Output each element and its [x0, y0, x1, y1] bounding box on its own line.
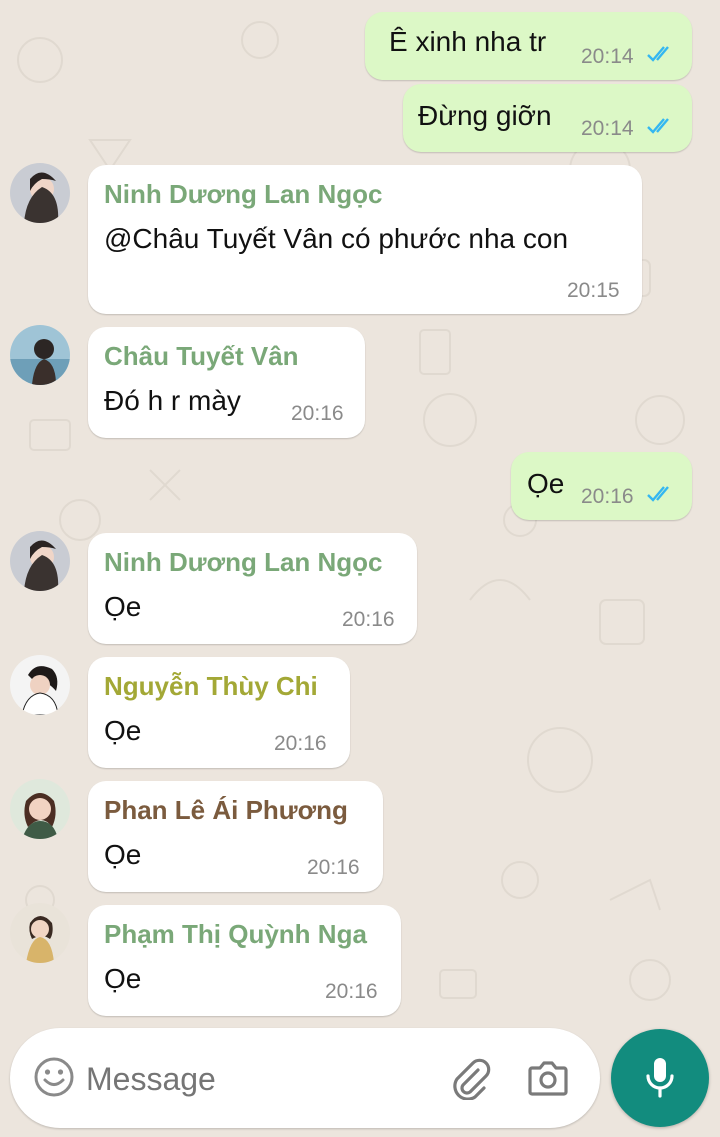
message-time: 20:16: [291, 402, 344, 425]
sender-name[interactable]: Ninh Dương Lan Ngọc: [104, 179, 383, 210]
sender-name[interactable]: Phạm Thị Quỳnh Nga: [104, 919, 367, 950]
message-time: 20:15: [567, 279, 620, 302]
message-text: @Châu Tuyết Vân có phước nha con: [104, 223, 569, 254]
avatar[interactable]: [10, 531, 70, 591]
message-text: Ọe: [104, 715, 142, 746]
incoming-message-bubble[interactable]: Ninh Dương Lan Ngọc Ọe 20:16: [88, 533, 417, 644]
message-text: Ê xinh nha tr: [389, 26, 547, 57]
message-input[interactable]: [84, 1054, 428, 1104]
read-ticks-icon: [647, 486, 669, 502]
message-time: 20:16: [274, 732, 327, 755]
paperclip-icon[interactable]: [448, 1056, 492, 1100]
message-time: 20:16: [581, 485, 634, 508]
message-time: 20:16: [342, 608, 395, 631]
emoji-icon[interactable]: [34, 1057, 74, 1097]
message-text: Ọe: [104, 591, 142, 622]
incoming-message-bubble[interactable]: Phan Lê Ái Phương Ọe 20:16: [88, 781, 383, 892]
sender-name[interactable]: Nguyễn Thùy Chi: [104, 671, 318, 702]
microphone-button[interactable]: [611, 1029, 709, 1127]
avatar[interactable]: [10, 655, 70, 715]
avatar[interactable]: [10, 779, 70, 839]
avatar[interactable]: [10, 325, 70, 385]
outgoing-message-bubble[interactable]: Ọe 20:16: [511, 452, 692, 520]
message-text: Đừng giỡn: [418, 100, 552, 131]
message-text: Đó h r mày: [104, 385, 241, 416]
message-text: Ọe: [104, 963, 142, 994]
sender-name[interactable]: Châu Tuyết Vân: [104, 341, 299, 372]
message-time: 20:16: [325, 980, 378, 1003]
read-ticks-icon: [647, 46, 669, 62]
outgoing-message-bubble[interactable]: Ê xinh nha tr 20:14: [365, 12, 692, 80]
microphone-icon: [646, 1058, 674, 1098]
incoming-message-bubble[interactable]: Nguyễn Thùy Chi Ọe 20:16: [88, 657, 350, 768]
camera-icon[interactable]: [526, 1058, 570, 1098]
message-time: 20:14: [581, 45, 634, 68]
message-text: Ọe: [527, 468, 565, 499]
incoming-message-bubble[interactable]: Phạm Thị Quỳnh Nga Ọe 20:16: [88, 905, 401, 1016]
read-ticks-icon: [647, 118, 669, 134]
sender-name[interactable]: Ninh Dương Lan Ngọc: [104, 547, 383, 578]
incoming-message-bubble[interactable]: Châu Tuyết Vân Đó h r mày 20:16: [88, 327, 365, 438]
avatar[interactable]: [10, 163, 70, 223]
message-text: Ọe: [104, 839, 142, 870]
avatar[interactable]: [10, 903, 70, 963]
message-composer: [10, 1028, 600, 1128]
incoming-message-bubble[interactable]: Ninh Dương Lan Ngọc @Châu Tuyết Vân có p…: [88, 165, 642, 314]
outgoing-message-bubble[interactable]: Đừng giỡn 20:14: [403, 84, 692, 152]
message-time: 20:14: [581, 117, 634, 140]
sender-name[interactable]: Phan Lê Ái Phương: [104, 795, 348, 826]
message-time: 20:16: [307, 856, 360, 879]
